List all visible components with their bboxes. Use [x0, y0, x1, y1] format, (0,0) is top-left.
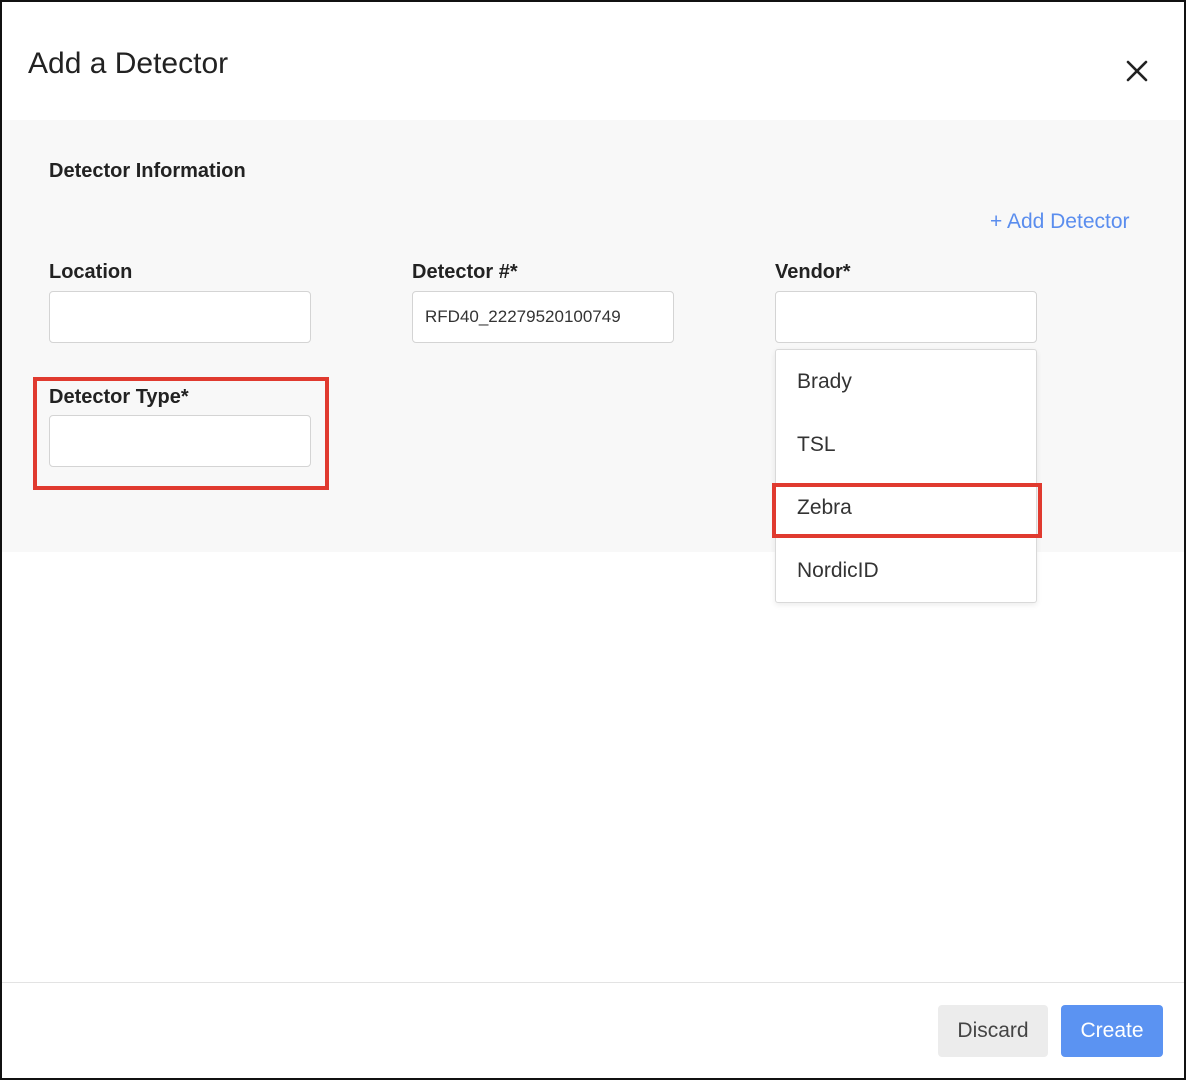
location-input[interactable]	[49, 291, 311, 343]
modal-header: Add a Detector	[2, 2, 1184, 120]
footer-divider	[2, 982, 1184, 983]
section-title: Detector Information	[49, 160, 246, 182]
vendor-option-nordicid[interactable]: NordicID	[776, 539, 1036, 602]
vendor-select[interactable]	[775, 291, 1037, 343]
create-button[interactable]: Create	[1061, 1005, 1163, 1057]
detector-type-input[interactable]	[49, 415, 311, 467]
modal-title: Add a Detector	[28, 47, 229, 80]
close-button[interactable]	[1120, 54, 1154, 88]
detector-number-label: Detector #*	[412, 261, 518, 283]
vendor-dropdown-menu: Brady TSL Zebra NordicID	[775, 349, 1037, 603]
discard-button[interactable]: Discard	[938, 1005, 1048, 1057]
vendor-option-zebra[interactable]: Zebra	[776, 476, 1036, 539]
vendor-option-tsl[interactable]: TSL	[776, 413, 1036, 476]
detector-type-label: Detector Type*	[49, 386, 189, 408]
close-icon	[1126, 60, 1148, 82]
detector-number-input[interactable]	[412, 291, 674, 343]
add-detector-link[interactable]: + Add Detector	[990, 210, 1130, 234]
location-label: Location	[49, 261, 133, 283]
vendor-option-brady[interactable]: Brady	[776, 350, 1036, 413]
add-detector-modal: Add a Detector Detector Information + Ad…	[0, 0, 1186, 1080]
vendor-label: Vendor*	[775, 261, 851, 283]
